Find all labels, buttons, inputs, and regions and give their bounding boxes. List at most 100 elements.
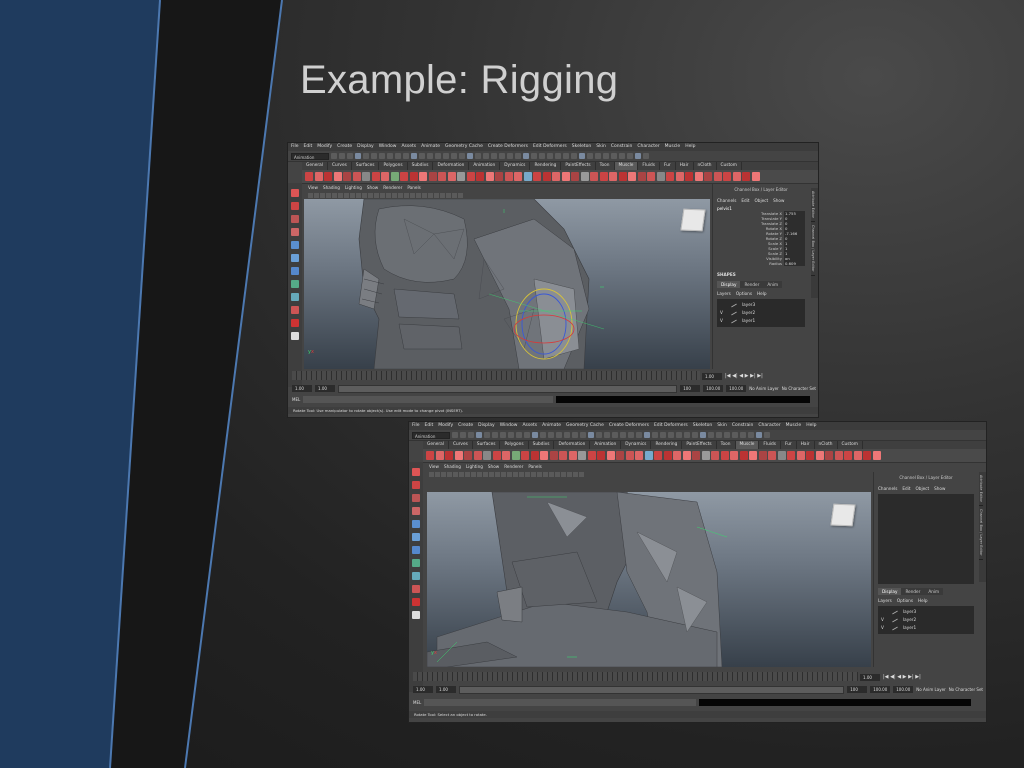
panel-toolbar-icon[interactable]	[344, 192, 349, 198]
command-input[interactable]	[303, 395, 554, 403]
layer-row[interactable]: Vlayer1	[717, 317, 805, 325]
shelf-tool-icon[interactable]	[426, 451, 434, 460]
panel-menu-item[interactable]: View	[308, 184, 318, 191]
status-tool-icon[interactable]	[652, 432, 658, 438]
status-tool-icon[interactable]	[556, 432, 562, 438]
layer-visibility-toggle[interactable]: V	[720, 309, 726, 317]
shelf-tool-icon[interactable]	[466, 172, 475, 181]
panel-toolbar-icon[interactable]	[465, 471, 470, 477]
shelf-tab[interactable]: Fluids	[759, 441, 781, 449]
shelf-tool-icon[interactable]	[381, 172, 389, 181]
menu-item[interactable]: Character	[637, 143, 659, 151]
shelf-tool-icon[interactable]	[666, 172, 674, 181]
shelf-tool-icon[interactable]	[825, 451, 833, 460]
side-tab[interactable]: Attribute Editor	[979, 472, 983, 506]
shelf-tool-icon[interactable]	[644, 451, 653, 460]
shelf-tool-icon[interactable]	[495, 172, 503, 181]
panel-menu-item[interactable]: Show	[488, 463, 499, 470]
shelf-tab[interactable]: Hair	[676, 162, 694, 170]
playback-end-field[interactable]: 100	[680, 385, 701, 392]
shelf-tab[interactable]: Hair	[797, 441, 815, 449]
status-tool-icon[interactable]	[500, 432, 506, 438]
shelf-tool-icon[interactable]	[863, 451, 871, 460]
toolbox-tool-icon[interactable]	[291, 332, 299, 340]
shelf-tool-icon[interactable]	[685, 172, 693, 181]
shelf-tab[interactable]: Curves	[449, 441, 473, 449]
panel-toolbar-icon[interactable]	[477, 471, 482, 477]
menu-item[interactable]: Muscle	[786, 422, 802, 430]
toolbox-tool-icon[interactable]	[412, 468, 420, 476]
playback-end-field[interactable]: 100	[847, 686, 868, 693]
toolbox-tool-icon[interactable]	[291, 293, 299, 301]
shelf-tool-icon[interactable]	[694, 172, 703, 181]
side-tab[interactable]: Channel Box / Layer Editor	[811, 222, 815, 276]
shelf-tool-icon[interactable]	[787, 451, 795, 460]
panel-toolbar-icon[interactable]	[440, 192, 445, 198]
panel-toolbar-icon[interactable]	[404, 192, 409, 198]
toolbox-tool-icon[interactable]	[291, 267, 299, 275]
panel-toolbar-icon[interactable]	[495, 471, 500, 477]
channel-box-menu-item[interactable]: Show	[773, 198, 784, 203]
shelf-tool-icon[interactable]	[713, 172, 722, 181]
status-tool-icon[interactable]	[484, 432, 490, 438]
status-tool-icon[interactable]	[524, 432, 530, 438]
panel-menu-item[interactable]: View	[429, 463, 439, 470]
menu-item[interactable]: Skeleton	[693, 422, 712, 430]
status-tool-icon[interactable]	[483, 153, 489, 159]
channel-box-menu-item[interactable]: Channels	[878, 486, 897, 491]
panel-toolbar-icon[interactable]	[525, 471, 530, 477]
end-time-field[interactable]: 100.00	[726, 385, 747, 392]
layer-menu-item[interactable]: Options	[897, 598, 913, 603]
anim-layer-select[interactable]: No Anim Layer	[749, 386, 778, 391]
panel-toolbar-icon[interactable]	[314, 192, 319, 198]
inner-end-field[interactable]: 100.00	[870, 686, 891, 693]
status-tool-icon[interactable]	[628, 432, 634, 438]
shelf-tool-icon[interactable]	[435, 451, 444, 460]
menu-item[interactable]: Animate	[542, 422, 561, 430]
menu-item[interactable]: Constrain	[611, 143, 633, 151]
shelf-tool-icon[interactable]	[514, 172, 522, 181]
shelf-tool-icon[interactable]	[502, 451, 510, 460]
toolbox-tool-icon[interactable]	[291, 202, 299, 210]
panel-menu-item[interactable]: Panels	[407, 184, 420, 191]
panel-toolbar-icon[interactable]	[543, 471, 548, 477]
panel-toolbar-icon[interactable]	[350, 192, 355, 198]
status-tool-icon[interactable]	[700, 432, 706, 438]
shelf-tab[interactable]: nCloth	[694, 162, 717, 170]
channel-box-menu-item[interactable]: Show	[934, 486, 945, 491]
status-tool-icon[interactable]	[555, 153, 561, 159]
shelf-tool-icon[interactable]	[739, 451, 748, 460]
shelf-tool-icon[interactable]	[400, 172, 408, 181]
display-tab[interactable]: Render	[901, 588, 925, 595]
shelf-tool-icon[interactable]	[542, 172, 551, 181]
menu-item[interactable]: Skin	[596, 143, 606, 151]
status-tool-icon[interactable]	[460, 432, 466, 438]
status-tool-icon[interactable]	[595, 153, 601, 159]
status-tool-icon[interactable]	[548, 432, 554, 438]
shelf-tool-icon[interactable]	[711, 451, 719, 460]
status-tool-icon[interactable]	[443, 153, 449, 159]
time-slider[interactable]	[292, 371, 700, 380]
shelf-tool-icon[interactable]	[314, 172, 323, 181]
viewcube-icon[interactable]	[680, 208, 706, 232]
display-tab[interactable]: Render	[740, 281, 764, 288]
shelf-tool-icon[interactable]	[806, 451, 814, 460]
layer-visibility-toggle[interactable]: V	[881, 616, 887, 624]
shelf-tool-icon[interactable]	[343, 172, 351, 181]
shelf-tool-icon[interactable]	[485, 172, 494, 181]
panel-toolbar-icon[interactable]	[380, 192, 385, 198]
panel-toolbar-icon[interactable]	[398, 192, 403, 198]
status-tool-icon[interactable]	[756, 432, 762, 438]
shelf-tool-icon[interactable]	[609, 172, 617, 181]
panel-toolbar-icon[interactable]	[428, 192, 433, 198]
menu-item[interactable]: Modify	[317, 143, 332, 151]
status-tool-icon[interactable]	[636, 432, 642, 438]
shelf-tab[interactable]: Subdivs	[408, 162, 434, 170]
display-tab[interactable]: Anim	[763, 281, 783, 288]
panel-toolbar-icon[interactable]	[356, 192, 361, 198]
shelf-tool-icon[interactable]	[654, 451, 662, 460]
shelf-tool-icon[interactable]	[834, 451, 843, 460]
panel-toolbar-icon[interactable]	[555, 471, 560, 477]
shelf-tab[interactable]: General	[423, 441, 449, 449]
playback-icons[interactable]: |◀ ◀| ◀ ▶ ▶| ▶|	[725, 373, 763, 379]
